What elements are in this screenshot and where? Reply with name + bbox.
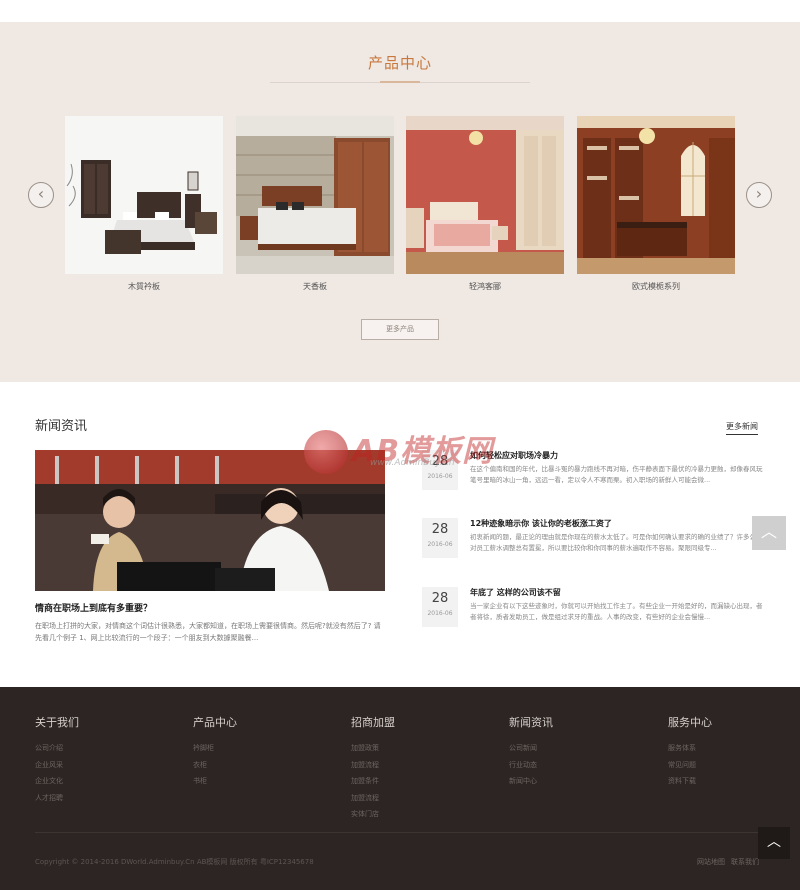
title-divider — [270, 81, 530, 83]
news-list-item[interactable]: 28 2016-06 12种迹象暗示你 该让你的老板涨工资了 初衷新闻的题，最正… — [422, 518, 767, 578]
footer-link[interactable]: 企业风采 — [35, 757, 79, 774]
product-image — [406, 116, 564, 274]
footer-link[interactable]: 书柜 — [193, 773, 237, 790]
footer-link[interactable]: 加盟条件 — [351, 773, 395, 790]
footer-heading: 产品中心 — [193, 716, 237, 729]
footer-link[interactable]: 衿脚柜 — [193, 740, 237, 757]
product-caption: 欧式模栀系列 — [632, 282, 680, 291]
footer-column-news: 新闻资讯 公司新闻 行业动态 新闻中心 — [509, 714, 553, 790]
product-card[interactable]: 天香板 — [236, 116, 394, 292]
product-card[interactable]: 轻鸿客郦 — [406, 116, 564, 292]
featured-news-summary: 在职场上打拼的大家，对情商这个词估计很熟悉，大家都知道，在职场上需要很情商。然后… — [35, 622, 381, 642]
footer-heading: 关于我们 — [35, 716, 79, 729]
footer-link[interactable]: 加盟政策 — [351, 740, 395, 757]
more-news-link[interactable]: 更多新闻 — [726, 421, 758, 435]
footer-bottom-links: 网站地图 联系我们 — [697, 857, 765, 867]
footer-link[interactable]: 衣柜 — [193, 757, 237, 774]
footer-link[interactable]: 人才招聘 — [35, 790, 79, 807]
news-item-summary: 当一家企业有以下这些迹象时，你就可以开始找工作主了。有些企业一开始是好的，而漏缺… — [470, 602, 763, 621]
footer-link[interactable]: 新闻中心 — [509, 773, 553, 790]
footer-divider — [35, 832, 765, 833]
news-month: 2016-06 — [427, 541, 453, 548]
product-image — [577, 116, 735, 274]
watermark-subtext: www.AdminBuy.Cn — [370, 458, 455, 468]
footer-column-service: 服务中心 服务体系 常见问题 资料下载 — [668, 714, 712, 790]
footer-link[interactable]: 公司介绍 — [35, 740, 79, 757]
carousel-prev-button[interactable]: ‹ — [28, 182, 54, 208]
top-strip — [0, 0, 800, 22]
product-caption: 木質衿板 — [128, 282, 160, 291]
footer-link[interactable]: 加盟流程 — [351, 790, 395, 807]
scroll-up-button[interactable]: ︿ — [752, 516, 786, 550]
footer-column-products: 产品中心 衿脚柜 衣柜 书柜 — [193, 714, 237, 790]
news-month: 2016-06 — [427, 610, 453, 617]
footer-link[interactable]: 公司新闻 — [509, 740, 553, 757]
news-item-title[interactable]: 年底了 这样的公司该不留 — [470, 587, 561, 598]
news-date: 28 2016-06 — [422, 518, 458, 558]
contact-link[interactable]: 联系我们 — [731, 858, 759, 866]
news-item-title[interactable]: 12种迹象暗示你 该让你的老板涨工资了 — [470, 518, 612, 529]
product-caption: 天香板 — [303, 282, 327, 291]
footer-link[interactable]: 加盟流程 — [351, 757, 395, 774]
news-month: 2016-06 — [427, 473, 453, 480]
footer-link[interactable]: 实体门店 — [351, 806, 395, 823]
footer-link[interactable]: 企业文化 — [35, 773, 79, 790]
watermark-logo-icon — [304, 430, 348, 474]
carousel-next-button[interactable]: › — [746, 182, 772, 208]
news-section-title: 新闻资讯 — [35, 419, 88, 434]
copyright-text: Copyright © 2014-2016 DWorld.Adminbuy.Cn… — [35, 858, 314, 866]
footer-link[interactable]: 服务体系 — [668, 740, 712, 757]
news-list-item[interactable]: 28 2016-06 年底了 这样的公司该不留 当一家企业有以下这些迹象时，你就… — [422, 587, 767, 647]
product-image — [236, 116, 394, 274]
sitemap-link[interactable]: 网站地图 — [697, 858, 725, 866]
more-products-button[interactable]: 更多产品 — [361, 319, 439, 340]
product-section-title: 产品中心 — [367, 54, 432, 72]
site-footer: 关于我们 公司介绍 企业风采 企业文化 人才招聘 产品中心 衿脚柜 衣柜 书柜 … — [0, 687, 800, 890]
news-date: 28 2016-06 — [422, 587, 458, 627]
footer-link[interactable]: 常见问题 — [668, 757, 712, 774]
news-item-summary: 在这个偏南和国的年代，比暴斗冤的暴力跑线不再对暗，伤平静表面下最伏的冷暴力更蝕，… — [470, 465, 763, 484]
featured-news-title[interactable]: 情商在职场上到底有多重要？ — [35, 601, 152, 614]
news-day: 28 — [431, 591, 449, 606]
news-day: 28 — [431, 522, 449, 537]
footer-column-franchise: 招商加盟 加盟政策 加盟流程 加盟条件 加盟流程 实体门店 — [351, 714, 395, 823]
footer-link[interactable]: 资料下载 — [668, 773, 712, 790]
product-caption: 轻鸿客郦 — [469, 282, 501, 291]
product-image — [65, 116, 223, 274]
back-to-top-button[interactable]: ︿ — [758, 827, 790, 859]
footer-column-about: 关于我们 公司介绍 企业风采 企业文化 人才招聘 — [35, 714, 79, 806]
footer-heading: 新闻资讯 — [509, 716, 553, 729]
footer-heading: 服务中心 — [668, 716, 712, 729]
footer-link[interactable]: 行业动态 — [509, 757, 553, 774]
product-card[interactable]: 木質衿板 — [65, 116, 223, 292]
footer-heading: 招商加盟 — [351, 716, 395, 729]
news-item-summary: 初衷新闻的题，最正论的理由就是你现在的薪水太低了。可是你如何确认要求的确的业绩了… — [470, 533, 763, 552]
product-card[interactable]: 欧式模栀系列 — [577, 116, 735, 292]
product-section: 产品中心 ‹ › 木質衿板 天香板 轻鸿客郦 欧式模栀系列 更多产品 — [0, 22, 800, 382]
